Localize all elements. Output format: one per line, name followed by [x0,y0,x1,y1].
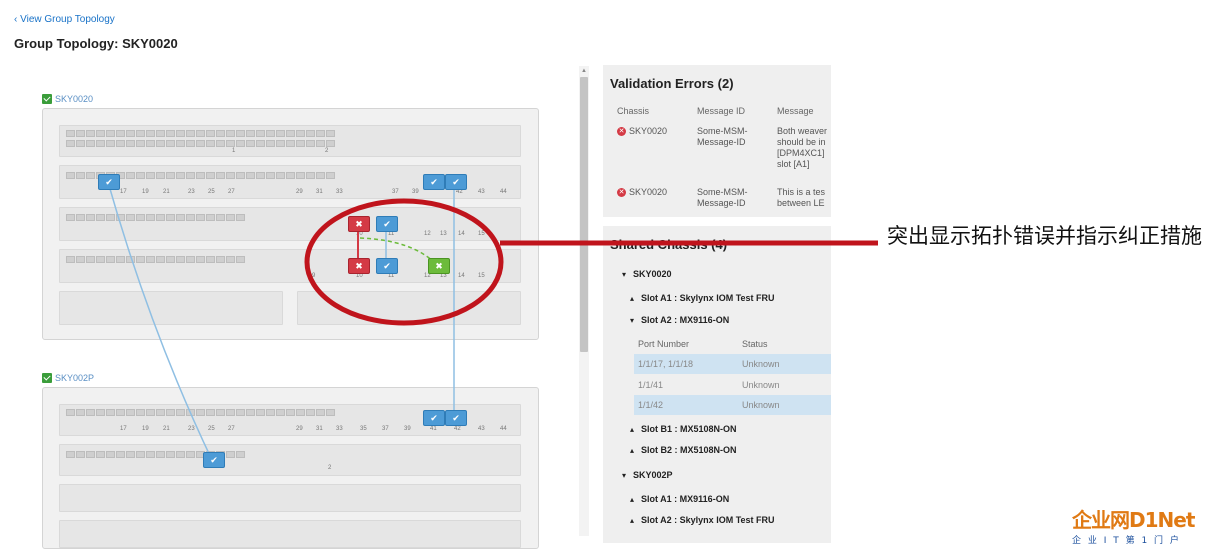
watermark-logo: 企业网D1Net 企 业 I T 第 1 门 户 [1072,504,1195,546]
annotation-overlay [304,198,878,326]
watermark-logo-text: 企业网D1Net [1072,508,1195,532]
highlight-ellipse [304,198,504,326]
watermark-subtitle: 企 业 I T 第 1 门 户 [1072,536,1181,546]
callout-text: 突出显示拓扑错误并指示纠正措施 [887,224,1202,248]
